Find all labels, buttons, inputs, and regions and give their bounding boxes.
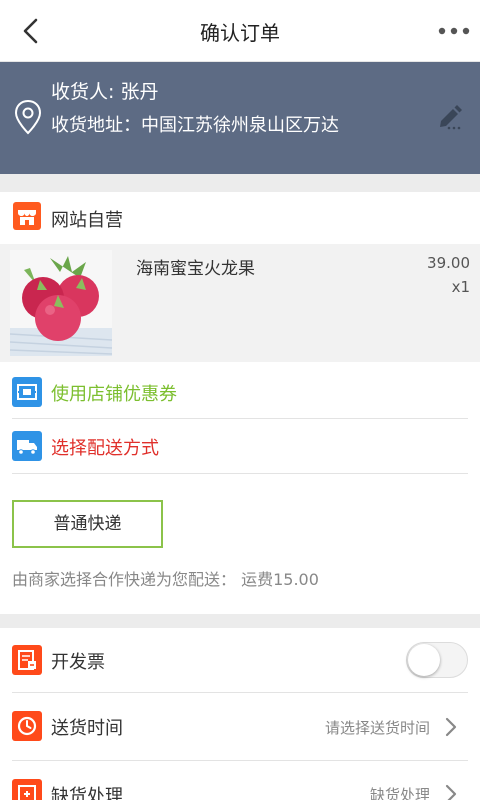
clock-icon bbox=[12, 711, 42, 741]
more-horizontal-icon[interactable] bbox=[436, 18, 472, 44]
store-coupon-row[interactable]: 使用店铺优惠券 bbox=[12, 374, 468, 410]
coupon-label: 使用店铺优惠券 bbox=[51, 384, 177, 405]
shipping-address-card[interactable]: 收货人: 张丹 收货地址：中国江苏徐州泉山区万达 bbox=[0, 62, 480, 174]
invoice-icon bbox=[12, 645, 42, 675]
delivery-method-label: 选择配送方式 bbox=[51, 438, 159, 459]
store-icon bbox=[13, 202, 41, 230]
section-gap bbox=[0, 614, 480, 628]
receiver-address: 收货地址：中国江苏徐州泉山区万达 bbox=[51, 115, 339, 136]
divider bbox=[12, 692, 468, 693]
chevron-right-icon[interactable] bbox=[444, 783, 458, 800]
delivery-time-value[interactable]: 请选择送货时间 bbox=[325, 717, 430, 738]
product-price: 39.00 bbox=[427, 254, 470, 272]
shipping-fee-note: 由商家选择合作快递为您配送： 运费15.00 bbox=[12, 570, 319, 589]
standard-express-option[interactable]: 普通快递 bbox=[12, 500, 163, 548]
delivery-time-label: 送货时间 bbox=[51, 718, 123, 739]
product-quantity: x1 bbox=[451, 278, 470, 296]
stockout-label: 缺货处理 bbox=[51, 786, 123, 800]
store-header: 网站自营 bbox=[0, 192, 480, 244]
invoice-label: 开发票 bbox=[51, 652, 105, 673]
divider bbox=[12, 760, 468, 761]
edit-pencil-icon[interactable] bbox=[436, 102, 464, 130]
stockout-icon bbox=[12, 779, 42, 800]
location-pin-icon bbox=[14, 99, 42, 135]
divider bbox=[12, 418, 468, 419]
chevron-right-icon[interactable] bbox=[444, 716, 458, 738]
stockout-value[interactable]: 缺货处理 bbox=[370, 784, 430, 800]
coupon-icon bbox=[12, 377, 42, 407]
product-item[interactable]: 海南蜜宝火龙果 39.00 x1 bbox=[0, 244, 480, 362]
top-bar: 确认订单 bbox=[0, 0, 480, 62]
invoice-toggle[interactable] bbox=[406, 642, 468, 678]
store-name: 网站自营 bbox=[51, 210, 123, 231]
product-image bbox=[10, 250, 112, 356]
divider bbox=[12, 473, 468, 474]
receiver-name: 收货人: 张丹 bbox=[51, 81, 159, 103]
toggle-knob bbox=[408, 644, 440, 676]
delivery-method-row[interactable]: 选择配送方式 bbox=[12, 428, 468, 464]
page-title: 确认订单 bbox=[200, 21, 280, 45]
delivery-truck-icon bbox=[12, 431, 42, 461]
product-name: 海南蜜宝火龙果 bbox=[136, 259, 255, 279]
invoice-row: 开发票 bbox=[12, 642, 468, 678]
section-gap bbox=[0, 174, 480, 192]
